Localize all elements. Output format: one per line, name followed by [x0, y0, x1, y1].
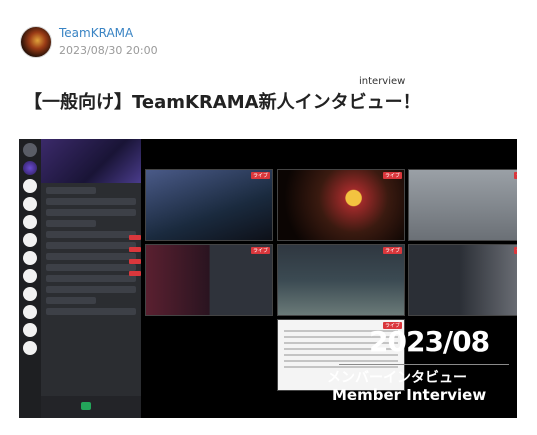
channel-panel: [41, 139, 141, 418]
en-caption: Member Interview: [332, 386, 487, 404]
live-badge: ライブ: [250, 172, 270, 179]
title-ruby: interview: [359, 76, 406, 87]
live-badge: ライブ: [513, 247, 517, 254]
live-badge: ライブ: [382, 247, 402, 254]
author-avatar[interactable]: [20, 26, 52, 58]
author-meta: TeamKRAMA 2023/08/30 20:00: [59, 26, 158, 58]
live-badge: ライブ: [382, 172, 402, 179]
stream-tile: ライブ: [408, 244, 517, 316]
stream-tile: ライブ: [277, 244, 405, 316]
year-label: 2023/08: [369, 325, 490, 358]
thumbnail-image[interactable]: ライブ ライブ ライブ ライブ ライブ ライブ ライブ 2023/08 メンバー…: [19, 139, 517, 418]
stream-tile: ライブ: [145, 244, 273, 316]
stream-tile: ライブ: [145, 169, 273, 241]
server-list: [19, 139, 41, 418]
post-author: TeamKRAMA 2023/08/30 20:00: [20, 26, 158, 58]
live-badge: ライブ: [250, 247, 270, 254]
jp-caption: メンバーインタビュー: [327, 370, 467, 386]
stream-tile: ライブ: [277, 169, 405, 241]
divider: [339, 364, 509, 365]
stream-tile: ライブ: [408, 169, 517, 241]
author-name[interactable]: TeamKRAMA: [59, 26, 158, 41]
post-title[interactable]: 【一般向け】TeamKRAMA新人インタビュー！: [24, 88, 421, 114]
server-banner: [41, 139, 141, 183]
user-bar: [41, 396, 141, 418]
live-badge: ライブ: [513, 172, 517, 179]
post-date: 2023/08/30 20:00: [59, 44, 158, 57]
